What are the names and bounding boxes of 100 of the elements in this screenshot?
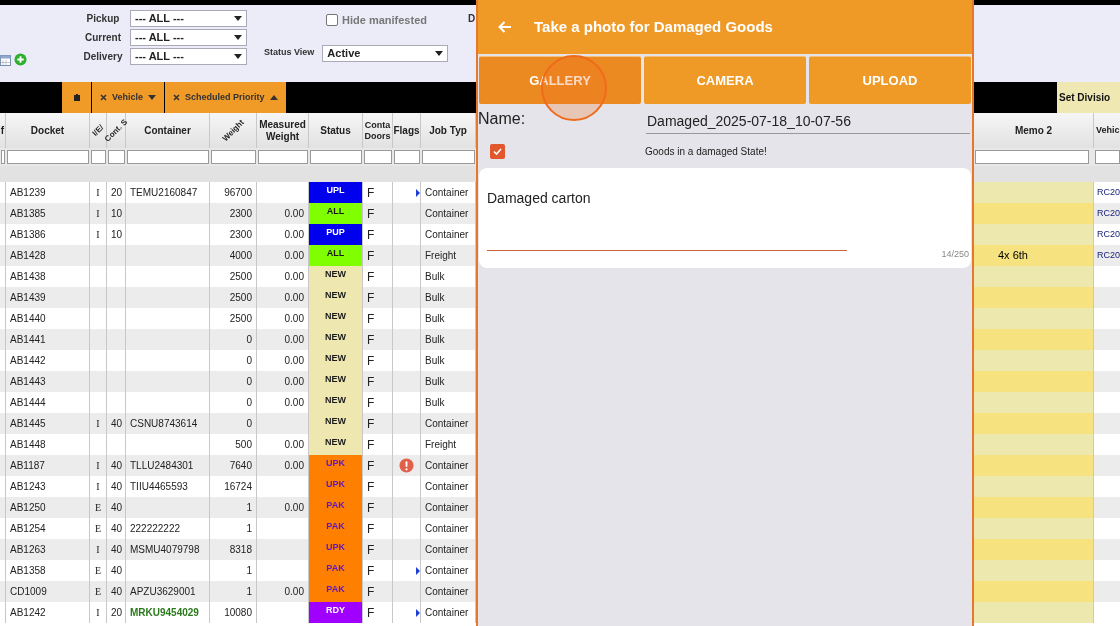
column-header[interactable]: Measured Weight [257, 118, 308, 143]
name-field[interactable]: Damaged_2025-07-18_10-07-56 [646, 111, 970, 134]
alert-icon [399, 458, 414, 473]
set-division-button[interactable]: Set Divisio [1057, 82, 1120, 113]
status-badge: NEW [309, 329, 363, 350]
weight-cell-text: 1 [246, 501, 252, 515]
table-row[interactable]: AB1263 I 40 MSMU4079798 8318 UPK F Container [0, 539, 476, 560]
measured-weight-cell-text: 0.00 [284, 270, 304, 284]
close-icon[interactable] [100, 94, 107, 101]
dropdown[interactable]: Active [322, 44, 449, 62]
filter-input[interactable] [1095, 150, 1120, 164]
doors-cell-text: F [367, 352, 375, 370]
drag-handle-button[interactable] [62, 82, 92, 113]
filter-input[interactable] [310, 150, 362, 164]
table-row[interactable]: AB1439 2500 0.00 NEW F Bulk [0, 287, 476, 308]
table-row[interactable]: CD1009 E 40 APZU3629001 1 0.00 PAK F Container [0, 581, 476, 602]
ie-cell-text: E [94, 501, 102, 515]
filter-input[interactable] [394, 150, 420, 164]
docket-cell-text: AB1448 [10, 438, 46, 452]
back-arrow-icon[interactable] [498, 21, 512, 33]
note-field[interactable]: Damaged carton 14/250 [479, 168, 971, 268]
weight-cell-text: 7640 [229, 459, 252, 473]
weight-cell-text: 0 [246, 375, 252, 389]
caret-icon [234, 54, 242, 59]
checkbox[interactable] [490, 143, 505, 159]
filter-input[interactable] [91, 150, 106, 164]
calendar-icon[interactable] [0, 55, 11, 66]
table-row[interactable]: AB1441 0 0.00 NEW F Bulk [0, 329, 476, 350]
table-row[interactable]: AB1445 I 40 CSNU8743614 0 NEW F Container [0, 413, 476, 434]
filter-input[interactable] [1, 150, 5, 164]
docket-cell-text: AB1187 [10, 459, 45, 473]
dropdown[interactable]: --- ALL --- [130, 29, 247, 46]
status-badge: PAK [309, 518, 363, 539]
column-header[interactable]: Memo 2 [1014, 123, 1053, 138]
status-badge: UPL [309, 182, 363, 203]
close-icon[interactable] [173, 94, 181, 101]
filter-label: D [468, 12, 476, 26]
status-badge: NEW [309, 266, 363, 287]
filter-input[interactable] [211, 150, 256, 164]
filter-input[interactable] [108, 150, 125, 164]
character-counter: 14/250 [941, 248, 969, 261]
job-type-cell-text: Bulk [425, 312, 445, 326]
column-header[interactable]: I/E/ [90, 123, 106, 138]
weight-cell-text: 2300 [229, 228, 252, 242]
size-cell-text: 40 [111, 585, 123, 599]
status-badge: ALL [309, 203, 363, 224]
docket-cell-text: AB1441 [10, 333, 46, 347]
table-row[interactable]: AB1428 4000 0.00 ALL F Freight [0, 245, 476, 266]
sort-chip[interactable]: Scheduled Priority [165, 82, 287, 113]
status-badge: NEW [309, 434, 363, 455]
measured-weight-cell-text: 0.00 [284, 375, 304, 389]
doors-cell-text: F [367, 604, 375, 622]
status-badge: NEW [309, 413, 363, 434]
table-cell [1094, 539, 1120, 560]
container-cell-text: MSMU4079798 [130, 543, 200, 557]
column-header[interactable]: Flags [393, 124, 420, 137]
filter-input[interactable] [258, 150, 308, 164]
measured-weight-cell-text: 0.00 [284, 333, 304, 347]
column-header[interactable]: Docket [30, 124, 65, 137]
add-icon[interactable] [14, 53, 27, 66]
column-header[interactable]: Status [320, 124, 351, 137]
job-type-cell-text: Container [425, 417, 469, 431]
doors-cell-text: F [367, 247, 375, 265]
filter-label: Pickup [85, 12, 121, 26]
job-type-cell-text: Container [425, 606, 469, 620]
size-cell-text: 40 [111, 417, 123, 431]
sort-chip[interactable]: Vehicle [92, 82, 166, 113]
docket-cell-text: AB1254 [10, 522, 46, 536]
doors-cell-text: F [367, 184, 375, 202]
column-header[interactable]: Conta Doors [363, 119, 392, 142]
docket-cell-text: AB1428 [10, 249, 46, 263]
weight-cell-text: 8318 [229, 543, 252, 557]
table-row[interactable]: AB1443 0 0.00 NEW F Bulk [0, 371, 476, 392]
filter-input[interactable] [422, 150, 475, 164]
ie-cell-text: I [96, 606, 100, 620]
doors-cell-text: F [367, 394, 375, 412]
table-row[interactable]: AB1385 I 10 2300 0.00 ALL F Container [0, 203, 476, 224]
weight-cell-text: 10080 [224, 606, 252, 620]
table-row[interactable]: AB1250 E 40 1 0.00 PAK F Container [0, 497, 476, 518]
weight-cell-text: 2300 [229, 207, 252, 221]
job-type-cell-text: Container [425, 543, 469, 557]
container-cell-text: 222222222 [130, 522, 181, 536]
ie-cell-text: I [96, 207, 100, 221]
filter-input[interactable] [127, 150, 209, 164]
column-header[interactable]: Container [144, 124, 191, 137]
ie-cell-text: I [96, 459, 100, 473]
weight-cell-text: 0 [246, 417, 252, 431]
docket-cell-text: AB1445 [10, 417, 46, 431]
column-header[interactable]: f [0, 123, 5, 138]
docket-cell-text: AB1439 [10, 291, 46, 305]
checkbox[interactable] [326, 14, 338, 27]
column-header[interactable]: Vehic [1096, 123, 1120, 138]
filter-input[interactable] [7, 150, 89, 164]
status-badge: NEW [309, 308, 363, 329]
column-header[interactable]: Job Typ [429, 123, 467, 138]
dropdown[interactable]: --- ALL --- [130, 48, 247, 65]
filter-input[interactable] [364, 150, 392, 164]
filter-input[interactable] [975, 150, 1089, 164]
table-row[interactable]: AB1187 I 40 TLLU2484301 7640 0.00 UPK F Container [0, 455, 476, 476]
dropdown[interactable]: --- ALL --- [130, 10, 247, 27]
